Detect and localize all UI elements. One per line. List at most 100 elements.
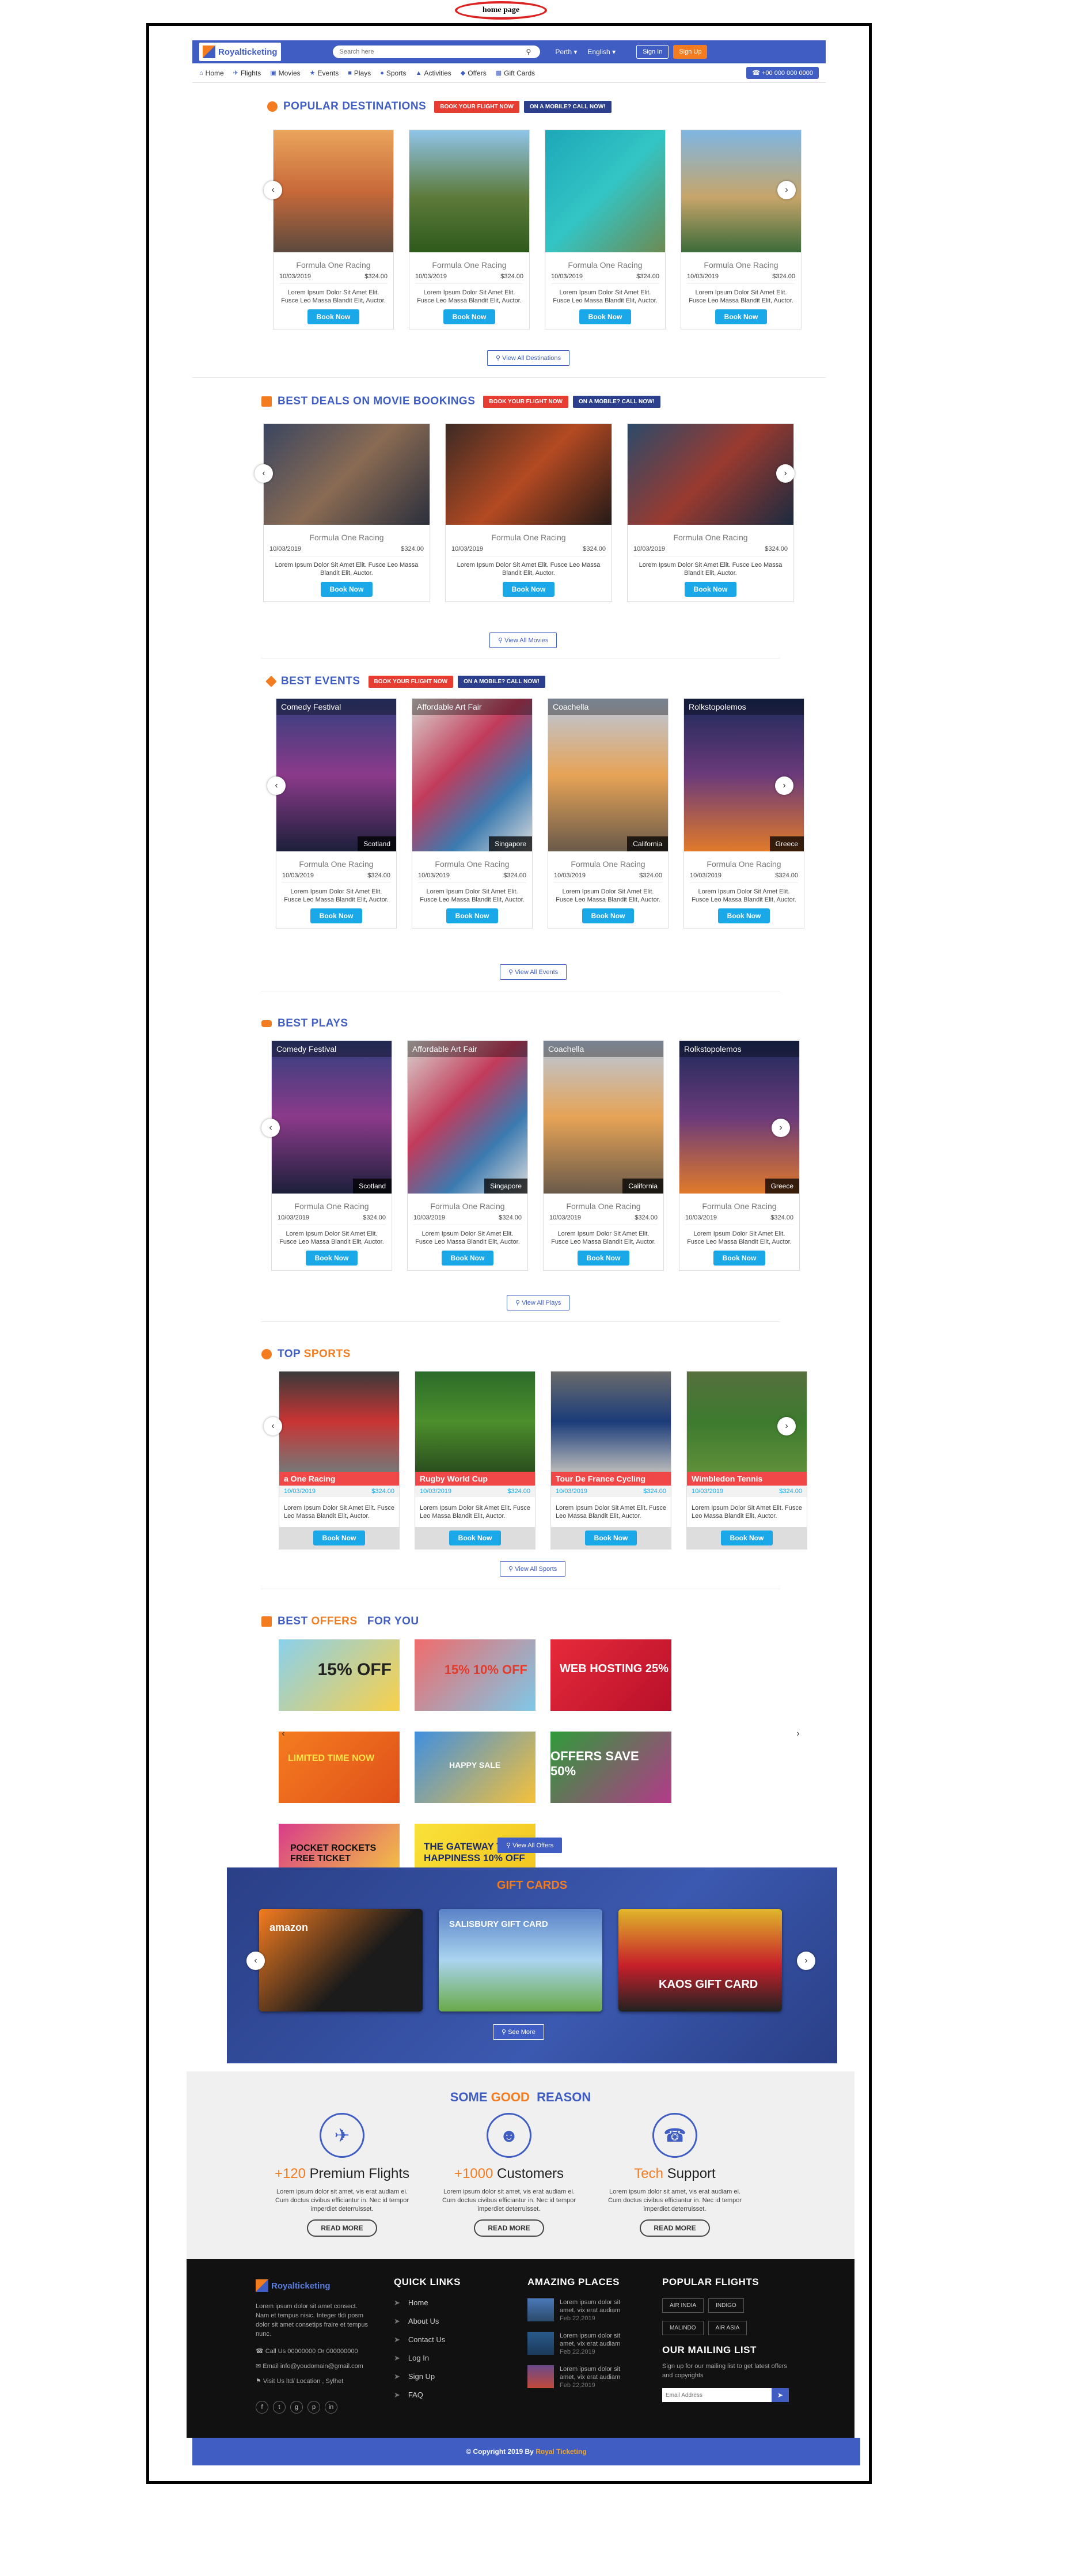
book-now-button[interactable]: Book Now xyxy=(584,1531,637,1545)
flight-pill[interactable]: MALINDO xyxy=(662,2321,704,2335)
footer-link[interactable]: ➤ About Us xyxy=(394,2317,461,2326)
nav-sports[interactable]: ● Sports xyxy=(380,69,406,77)
nav-activities[interactable]: ▲ Activities xyxy=(416,69,451,77)
event-card[interactable]: Affordable Art Fair Singapore Formula One… xyxy=(412,698,533,929)
play-card[interactable]: Comedy Festival Scotland Formula One Raci… xyxy=(271,1040,392,1271)
search-input[interactable] xyxy=(332,46,540,58)
play-card[interactable]: Coachella California Formula One Racing 10… xyxy=(543,1040,664,1271)
nav-plays[interactable]: ■ Plays xyxy=(348,69,371,77)
see-more-button[interactable]: ⚲ See More xyxy=(493,2024,544,2040)
movie-card[interactable]: Formula One Racing 10/03/2019 $324.00 Lorem… xyxy=(263,423,430,602)
twitter-icon[interactable]: t xyxy=(273,2401,286,2414)
facebook-icon[interactable]: f xyxy=(256,2401,268,2414)
view-all-movies-button[interactable]: ⚲ View All Movies xyxy=(489,632,557,648)
destination-card[interactable]: Formula One Racing 10/03/2019 $324.00 Lorem… xyxy=(273,130,394,329)
city-select[interactable]: Perth ▾ xyxy=(555,48,577,56)
gift-card[interactable]: amazon xyxy=(259,1909,423,2011)
next-arrow[interactable]: › xyxy=(777,1417,796,1435)
call-now-tag[interactable]: ON A MOBILE? CALL NOW! xyxy=(572,395,660,408)
gift-card[interactable]: SALISBURY GIFT CARD xyxy=(439,1909,602,2011)
nav-movies[interactable]: ▣ Movies xyxy=(270,69,300,77)
destination-card[interactable]: Formula One Racing 10/03/2019 $324.00 Lorem… xyxy=(545,130,666,329)
flight-pill[interactable]: AIR INDIA xyxy=(662,2298,704,2313)
read-more-button[interactable]: READ MORE xyxy=(640,2219,710,2237)
book-flight-tag[interactable]: BOOK YOUR FLIGHT NOW xyxy=(434,100,519,113)
call-now-tag[interactable]: ON A MOBILE? CALL NOW! xyxy=(523,100,612,113)
next-arrow[interactable]: › xyxy=(797,1952,815,1970)
offer-tile[interactable]: WEB HOSTING 25% xyxy=(550,1639,671,1711)
signup-button[interactable]: Sign Up xyxy=(673,45,708,59)
search-icon[interactable]: ⚲ xyxy=(526,48,531,56)
view-all-sports-button[interactable]: ⚲ View All Sports xyxy=(500,1561,566,1577)
footer-link[interactable]: ➤ Sign Up xyxy=(394,2372,461,2381)
prev-arrow[interactable]: ‹ xyxy=(261,1119,280,1137)
book-now-button[interactable]: Book Now xyxy=(310,908,363,923)
prev-arrow[interactable]: ‹ xyxy=(264,1417,282,1435)
book-now-button[interactable]: Book Now xyxy=(582,908,635,923)
view-all-plays-button[interactable]: ⚲ View All Plays xyxy=(507,1295,570,1310)
offer-tile[interactable]: 15% OFF xyxy=(279,1639,400,1711)
event-card[interactable]: Coachella California Formula One Racing 10… xyxy=(548,698,669,929)
book-now-button[interactable]: Book Now xyxy=(443,309,496,324)
movie-card[interactable]: Formula One Racing 10/03/2019 $324.00 Lorem… xyxy=(627,423,794,602)
book-now-button[interactable]: Book Now xyxy=(307,309,360,324)
prev-arrow[interactable]: ‹ xyxy=(274,1725,293,1743)
book-now-button[interactable]: Book Now xyxy=(720,1531,773,1545)
footer-logo[interactable]: Royalticketing xyxy=(256,2276,331,2295)
next-arrow[interactable]: › xyxy=(776,464,795,483)
email-field[interactable] xyxy=(662,2388,772,2402)
movie-card[interactable]: Formula One Racing 10/03/2019 $324.00 Lorem… xyxy=(445,423,612,602)
book-flight-tag[interactable]: BOOK YOUR FLIGHT NOW xyxy=(368,675,454,688)
logo[interactable]: Royalticketing xyxy=(199,43,281,61)
sport-card[interactable]: a One Racing 10/03/2019 $324.00 Lorem Ips… xyxy=(279,1371,400,1550)
linkedin-icon[interactable]: in xyxy=(325,2401,337,2414)
next-arrow[interactable]: › xyxy=(775,776,793,795)
book-now-button[interactable]: Book Now xyxy=(715,309,768,324)
next-arrow[interactable]: › xyxy=(789,1725,807,1743)
view-all-events-button[interactable]: ⚲ View All Events xyxy=(500,964,567,980)
send-icon[interactable]: ➤ xyxy=(772,2388,789,2402)
prev-arrow[interactable]: ‹ xyxy=(264,181,282,199)
flight-pill[interactable]: AIR ASIA xyxy=(708,2321,747,2335)
book-now-button[interactable]: Book Now xyxy=(446,908,499,923)
destination-card[interactable]: Formula One Racing 10/03/2019 $324.00 Lorem… xyxy=(409,130,530,329)
prev-arrow[interactable]: ‹ xyxy=(246,1952,265,1970)
destination-card[interactable]: Formula One Racing 10/03/2019 $324.00 Lorem… xyxy=(681,130,802,329)
play-card[interactable]: Rolkstopolemos Greece Formula One Racing 1… xyxy=(679,1040,800,1271)
view-all-offers-button[interactable]: ⚲ View All Offers xyxy=(497,1838,563,1853)
language-select[interactable]: English ▾ xyxy=(587,48,616,56)
next-arrow[interactable]: › xyxy=(772,1119,790,1137)
prev-arrow[interactable]: ‹ xyxy=(255,464,273,483)
place-item[interactable]: Lorem ipsum dolor sit amet, vix erat aud… xyxy=(527,2332,635,2356)
nav-events[interactable]: ★ Events xyxy=(310,69,339,77)
book-now-button[interactable]: Book Now xyxy=(449,1531,502,1545)
book-flight-tag[interactable]: BOOK YOUR FLIGHT NOW xyxy=(483,395,568,408)
footer-link[interactable]: ➤ Contact Us xyxy=(394,2335,461,2344)
offer-tile[interactable]: OFFERS SAVE 50% xyxy=(550,1732,671,1803)
gift-card[interactable]: KAOS GIFT CARD xyxy=(618,1909,782,2011)
read-more-button[interactable]: READ MORE xyxy=(474,2219,544,2237)
offer-tile[interactable]: 15% 10% OFF xyxy=(415,1639,536,1711)
signin-button[interactable]: Sign In xyxy=(636,45,669,59)
sport-card[interactable]: Wimbledon Tennis 10/03/2019 $324.00 Lorem… xyxy=(686,1371,807,1550)
nav-gift-cards[interactable]: ▩ Gift Cards xyxy=(496,69,535,77)
event-card[interactable]: Comedy Festival Scotland Formula One Raci… xyxy=(276,698,397,929)
book-now-button[interactable]: Book Now xyxy=(320,582,373,597)
place-item[interactable]: Lorem ipsum dolor sit amet, vix erat aud… xyxy=(527,2298,635,2323)
book-now-button[interactable]: Book Now xyxy=(717,908,770,923)
offer-tile[interactable]: HAPPY SALE xyxy=(415,1732,536,1803)
sport-card[interactable]: Rugby World Cup 10/03/2019 $324.00 Lorem … xyxy=(415,1371,536,1550)
next-arrow[interactable]: › xyxy=(777,181,796,199)
view-all-destinations-button[interactable]: ⚲ View All Destinations xyxy=(487,350,570,366)
footer-link[interactable]: ➤ Home xyxy=(394,2298,461,2308)
nav-flights[interactable]: ✈ Flights xyxy=(233,69,261,77)
footer-link[interactable]: ➤ FAQ xyxy=(394,2391,461,2400)
google-icon[interactable]: g xyxy=(290,2401,303,2414)
place-item[interactable]: Lorem ipsum dolor sit amet, vix erat aud… xyxy=(527,2365,635,2389)
book-now-button[interactable]: Book Now xyxy=(577,1251,630,1266)
book-now-button[interactable]: Book Now xyxy=(713,1251,766,1266)
nav-offers[interactable]: ◆ Offers xyxy=(461,69,487,77)
call-now-tag[interactable]: ON A MOBILE? CALL NOW! xyxy=(458,675,545,688)
book-now-button[interactable]: Book Now xyxy=(684,582,737,597)
play-card[interactable]: Affordable Art Fair Singapore Formula One… xyxy=(407,1040,528,1271)
